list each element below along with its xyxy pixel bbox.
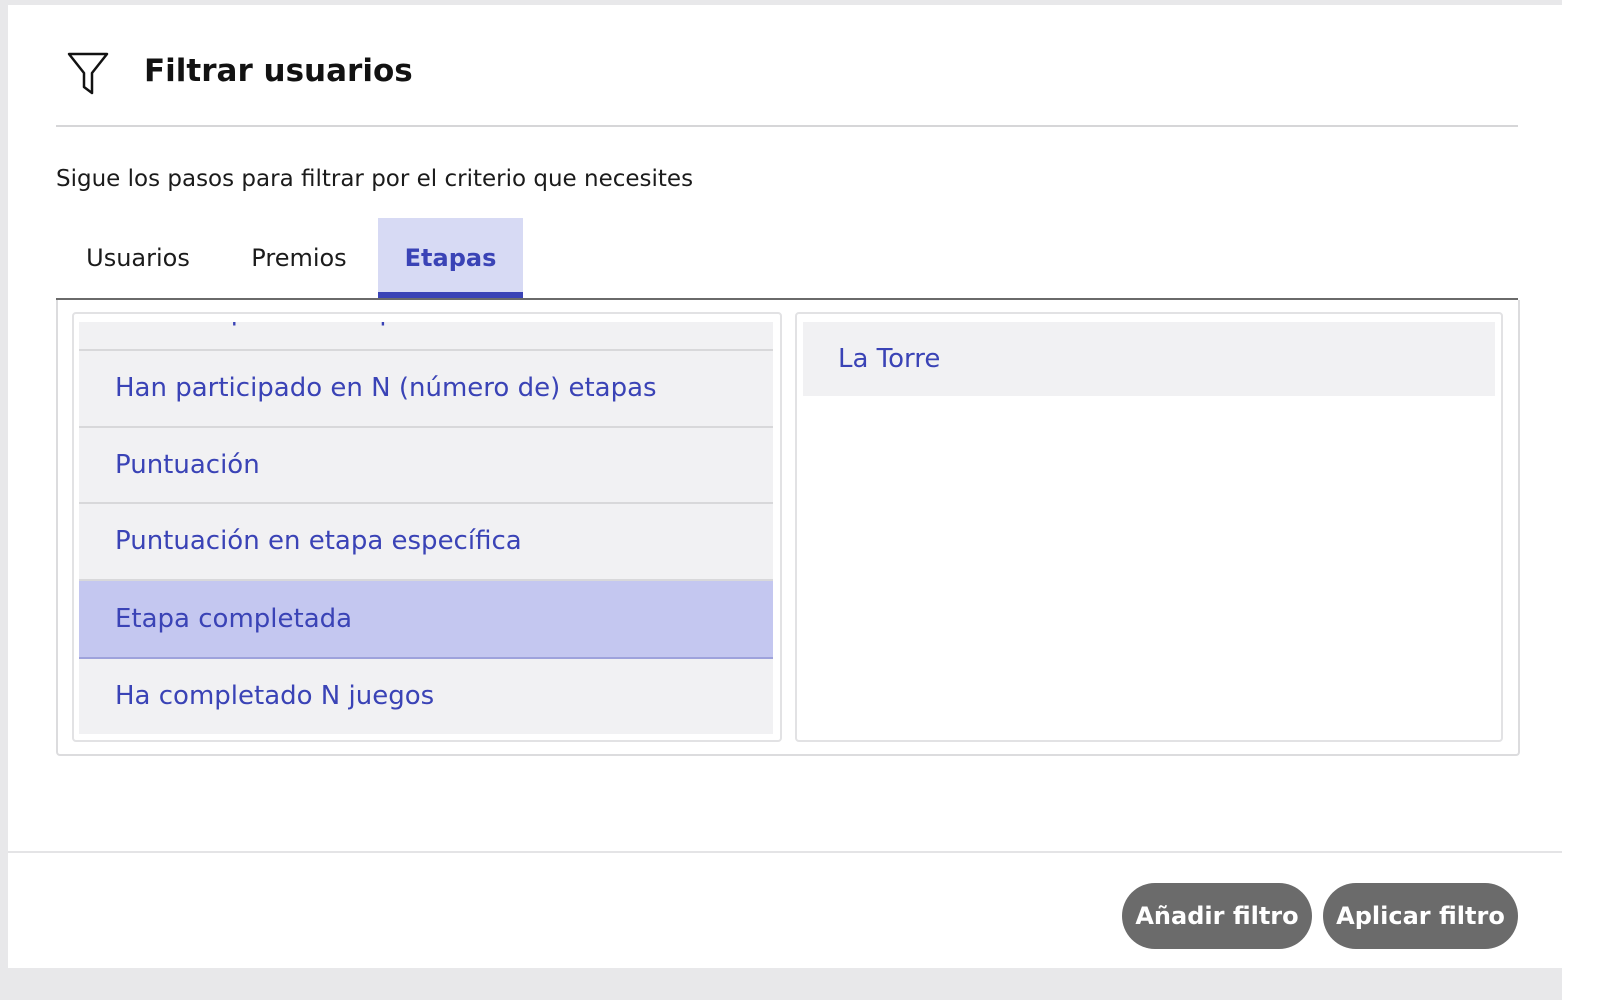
list-item[interactable]: Puntuación en etapa específica <box>79 504 773 581</box>
filter-users-dialog: Filtrar usuarios Sigue los pasos para fi… <box>8 5 1562 968</box>
list-item-selected[interactable]: Etapa completada <box>79 581 773 659</box>
list-item[interactable]: Ha completado N juegos <box>79 659 773 734</box>
criteria-list[interactable]: Han completado etapas Han participado en… <box>72 312 782 742</box>
add-filter-button[interactable]: Añadir filtro <box>1122 883 1312 949</box>
page-edge <box>1562 0 1602 1000</box>
list-item[interactable]: Han completado etapas <box>79 322 773 351</box>
tab-usuarios[interactable]: Usuarios <box>56 218 220 298</box>
footer-divider <box>8 851 1562 853</box>
stage-item[interactable]: La Torre <box>803 322 1495 396</box>
tab-etapas[interactable]: Etapas <box>378 218 523 298</box>
dialog-title: Filtrar usuarios <box>144 53 413 89</box>
list-item[interactable]: Puntuación <box>79 428 773 504</box>
stage-list[interactable]: La Torre <box>795 312 1503 742</box>
criteria-list-scroll[interactable]: Han completado etapas Han participado en… <box>79 322 773 734</box>
list-item[interactable]: Han participado en N (número de) etapas <box>79 351 773 428</box>
tab-bar: Usuarios Premios Etapas <box>56 218 1518 300</box>
dialog-header: Filtrar usuarios <box>56 5 1518 127</box>
dialog-subtitle: Sigue los pasos para filtrar por el crit… <box>56 166 694 192</box>
apply-filter-button[interactable]: Aplicar filtro <box>1323 883 1518 949</box>
tab-premios[interactable]: Premios <box>220 218 378 298</box>
filter-icon <box>67 52 109 95</box>
